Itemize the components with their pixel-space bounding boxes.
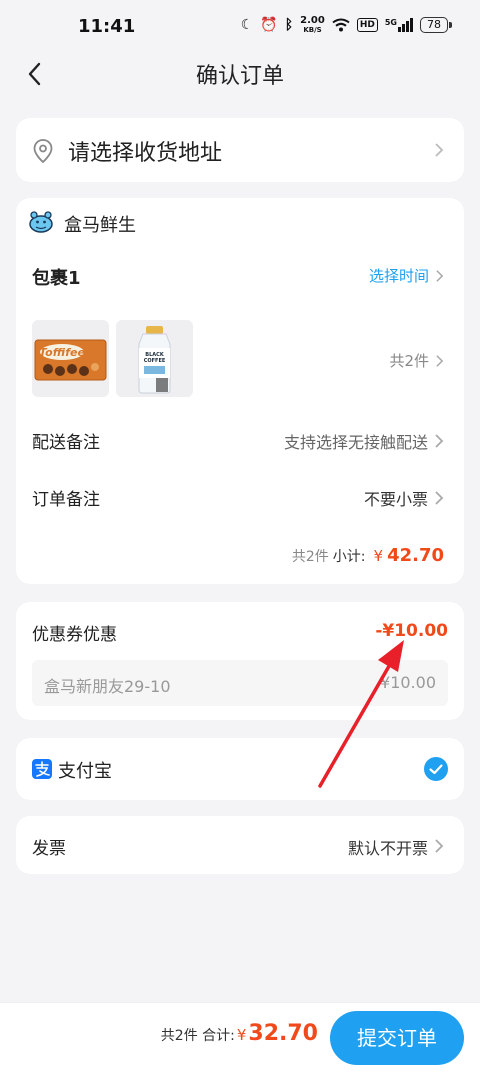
order-total: 共2件 合计: ¥ 32.70 <box>161 1021 318 1046</box>
total-currency: ¥ <box>236 1026 247 1044</box>
total-amount: 32.70 <box>248 1021 318 1046</box>
total-count-label: 共2件 合计: <box>160 1028 235 1044</box>
submit-order-button[interactable]: 提交订单 <box>330 1011 464 1065</box>
bottom-bar: 共2件 合计: ¥ 32.70 提交订单 <box>0 1002 480 1072</box>
annotation-arrow-icon <box>318 640 404 788</box>
